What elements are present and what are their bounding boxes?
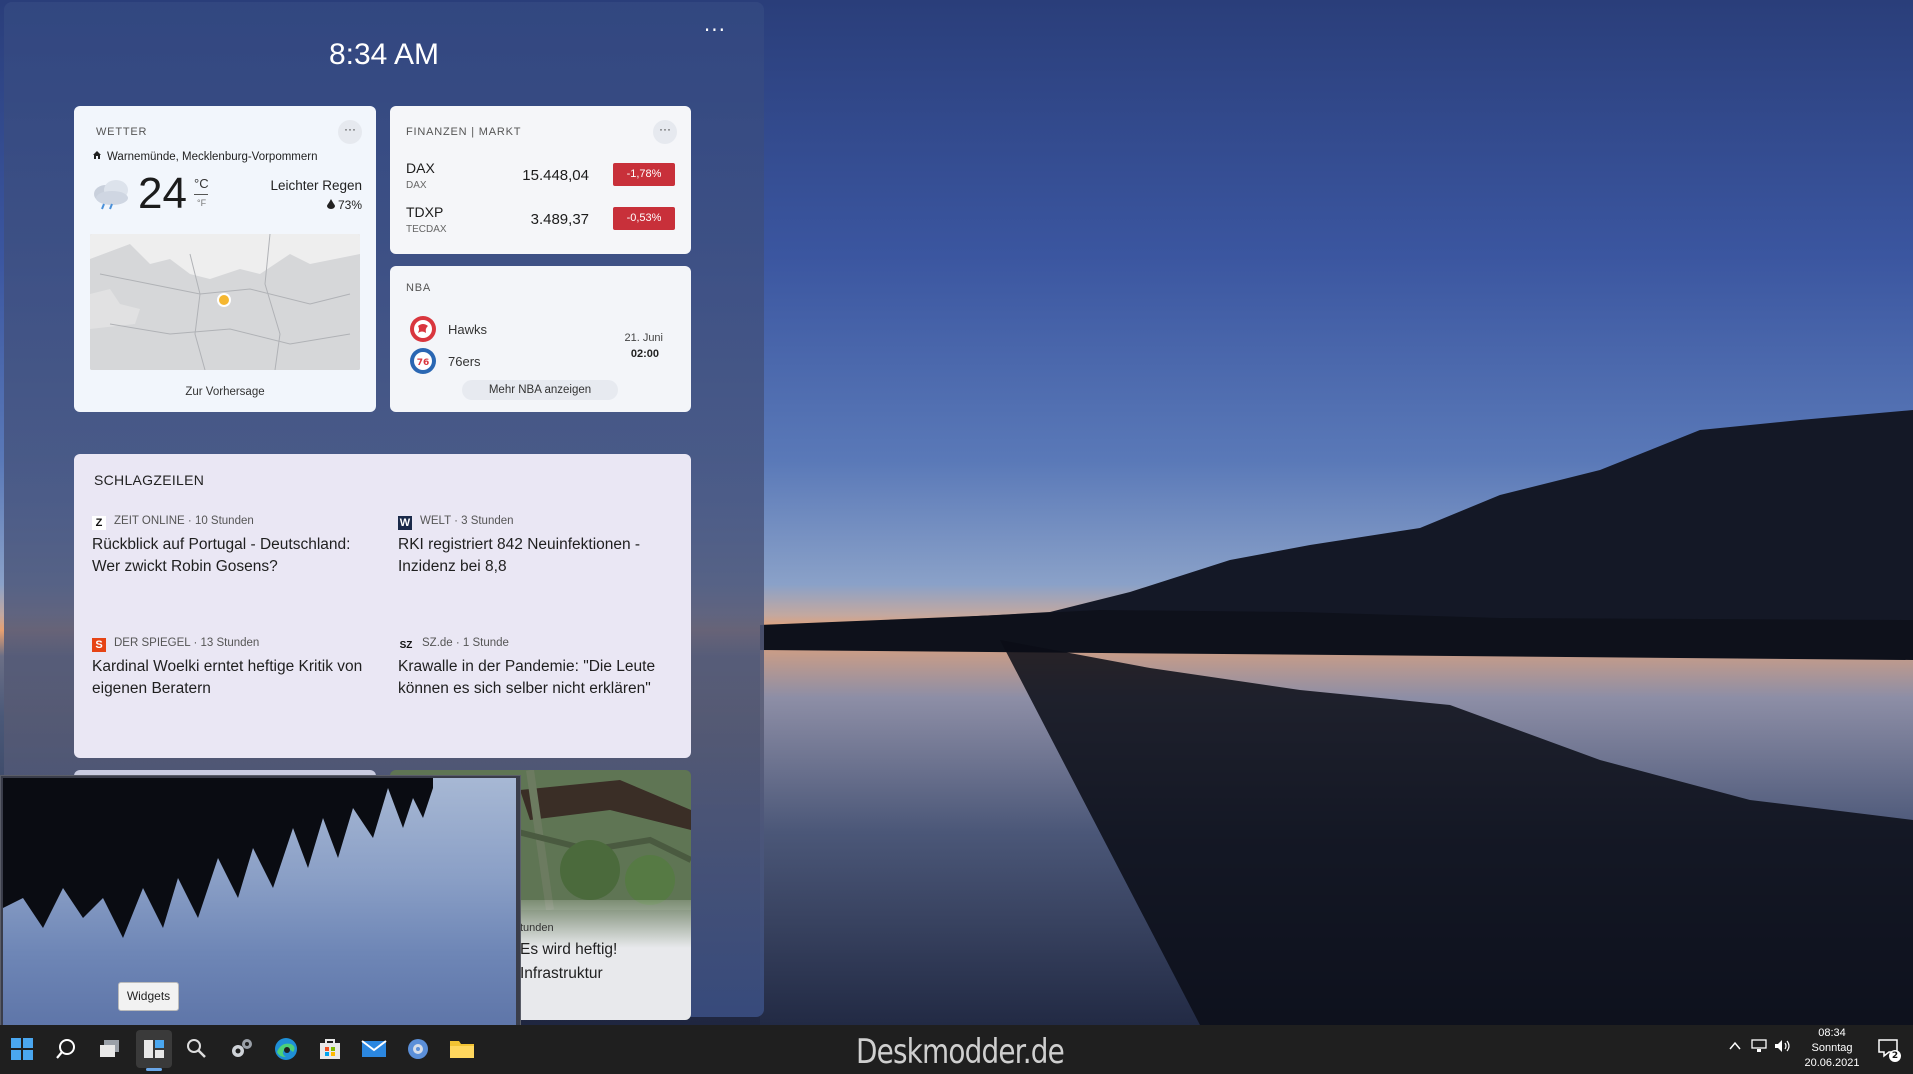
widgets-icon[interactable] bbox=[136, 1030, 172, 1068]
edge-browser-icon[interactable] bbox=[272, 1035, 300, 1063]
settings-gears-icon[interactable] bbox=[228, 1035, 256, 1063]
game-date: 21. Juni bbox=[624, 332, 663, 344]
raindrop-icon bbox=[326, 198, 338, 212]
news-source-text: WELT · 3 Stunden bbox=[420, 515, 514, 527]
forecast-link[interactable]: Zur Vorhersage bbox=[74, 386, 376, 398]
sz-logo-icon: SZ bbox=[399, 640, 413, 651]
news-source: SZ SZ.de · 1 Stunde bbox=[398, 634, 683, 652]
stock-symbol: TDXP bbox=[406, 204, 444, 220]
clock-day: Sonntag bbox=[1811, 1042, 1853, 1054]
weather-card[interactable]: WETTER ··· Warnemünde, Mecklenburg-Vorpo… bbox=[74, 106, 376, 412]
weather-map[interactable] bbox=[90, 234, 360, 370]
unit-celsius[interactable]: °C bbox=[194, 176, 209, 191]
stock-subtitle: TECDAX bbox=[406, 224, 447, 235]
control-panel-icon[interactable] bbox=[404, 1035, 432, 1063]
weather-more-button[interactable]: ··· bbox=[338, 120, 362, 144]
news-source-text: ZEIT ONLINE · 10 Stunden bbox=[114, 515, 254, 527]
clock-date: 20.06.2021 bbox=[1804, 1057, 1860, 1069]
active-indicator bbox=[146, 1068, 162, 1071]
search-icon[interactable] bbox=[52, 1035, 80, 1063]
game-time: 02:00 bbox=[630, 348, 659, 360]
notification-count-badge: 2 bbox=[1889, 1050, 1901, 1062]
weather-location: Warnemünde, Mecklenburg-Vorpommern bbox=[92, 150, 318, 163]
news-item[interactable]: Z ZEIT ONLINE · 10 Stunden Rückblick auf … bbox=[92, 512, 377, 578]
thumbnail-image bbox=[3, 778, 516, 1028]
weather-humidity: 73% bbox=[326, 198, 362, 212]
panel-time: 8:34 AM bbox=[328, 38, 440, 71]
team-name: 76ers bbox=[448, 354, 481, 369]
news-item[interactable]: W WELT · 3 Stunden RKI registriert 842 Ne… bbox=[398, 512, 683, 578]
system-clock[interactable]: 08:34 Sonntag 20.06.2021 bbox=[1790, 1025, 1874, 1071]
stock-value: 3.489,37 bbox=[530, 211, 589, 228]
chevron-up-icon[interactable] bbox=[1729, 1039, 1741, 1055]
stock-change-badge: -0,53% bbox=[613, 207, 675, 230]
humidity-value: 73% bbox=[337, 198, 362, 212]
finance-card[interactable]: FINANZEN | MARKT ··· DAX DAX 15.448,04 -… bbox=[390, 106, 691, 254]
rain-cloud-icon bbox=[90, 176, 134, 212]
file-explorer-icon[interactable] bbox=[448, 1035, 476, 1063]
finance-more-button[interactable]: ··· bbox=[653, 120, 677, 144]
nba-card[interactable]: NBA Hawks 76 76ers 21. Juni 02:00 Mehr N… bbox=[390, 266, 691, 412]
network-icon[interactable] bbox=[1750, 1039, 1768, 1057]
news-headline: RKI registriert 842 Neuinfektionen - Inz… bbox=[398, 536, 641, 575]
news-source: Z ZEIT ONLINE · 10 Stunden bbox=[92, 512, 377, 530]
svg-text:76: 76 bbox=[417, 358, 430, 368]
news-headline: Es wird heftig! Infrastruktur bbox=[520, 941, 618, 982]
team-name: Hawks bbox=[448, 322, 488, 337]
headlines-title: SCHLAGZEILEN bbox=[94, 472, 205, 488]
clock-time: 08:34 bbox=[1818, 1027, 1846, 1039]
unit-divider bbox=[194, 194, 208, 195]
news-source-text: tunden bbox=[520, 922, 554, 934]
temperature-value: 24 bbox=[138, 169, 187, 218]
spiegel-logo-icon: S bbox=[92, 638, 106, 652]
widgets-tooltip: Widgets bbox=[118, 982, 179, 1011]
stock-subtitle: DAX bbox=[406, 180, 427, 191]
headlines-card: SCHLAGZEILEN Z ZEIT ONLINE · 10 Stunden R… bbox=[74, 454, 691, 758]
news-headline: Krawalle in der Pandemie: "Die Leute kön… bbox=[398, 658, 656, 697]
weather-location-text: Warnemünde, Mecklenburg-Vorpommern bbox=[107, 151, 318, 163]
more-nba-button[interactable]: Mehr NBA anzeigen bbox=[462, 380, 618, 400]
stock-row-tdxp[interactable]: TDXP TECDAX 3.489,37 -0,53% bbox=[406, 204, 675, 246]
task-view-icon[interactable] bbox=[96, 1035, 124, 1063]
news-item[interactable]: S DER SPIEGEL · 13 Stunden Kardinal Woelk… bbox=[92, 634, 377, 700]
76ers-logo-icon: 76 bbox=[410, 348, 436, 374]
stock-row-dax[interactable]: DAX DAX 15.448,04 -1,78% bbox=[406, 160, 675, 202]
deskmodder-watermark: Deskmodder.de bbox=[856, 1032, 1065, 1072]
finance-title: FINANZEN | MARKT bbox=[406, 126, 522, 138]
hawks-logo-icon bbox=[410, 316, 436, 342]
home-icon bbox=[92, 150, 102, 163]
mail-icon[interactable] bbox=[360, 1035, 388, 1063]
news-source-text: SZ.de · 1 Stunde bbox=[422, 637, 509, 649]
weather-condition: Leichter Regen bbox=[270, 178, 362, 193]
news-source: W WELT · 3 Stunden bbox=[398, 512, 683, 530]
weather-title: WETTER bbox=[96, 126, 148, 138]
news-source: S DER SPIEGEL · 13 Stunden bbox=[92, 634, 377, 652]
zeit-logo-icon: Z bbox=[92, 516, 106, 530]
news-item[interactable]: SZ SZ.de · 1 Stunde Krawalle in der Pande… bbox=[398, 634, 683, 700]
store-icon[interactable] bbox=[316, 1035, 344, 1063]
news-headline: Rückblick auf Portugal - Deutschland: We… bbox=[92, 536, 351, 575]
nba-title: NBA bbox=[406, 282, 432, 294]
news-source-text: DER SPIEGEL · 13 Stunden bbox=[114, 637, 260, 649]
welt-logo-icon: W bbox=[398, 516, 412, 530]
unit-fahrenheit[interactable]: °F bbox=[197, 198, 206, 208]
panel-more-button[interactable]: ··· bbox=[704, 18, 726, 42]
magnifier-icon[interactable] bbox=[182, 1035, 210, 1063]
stock-value: 15.448,04 bbox=[522, 167, 589, 184]
news-headline: Kardinal Woelki erntet heftige Kritik vo… bbox=[92, 658, 363, 697]
stock-change-badge: -1,78% bbox=[613, 163, 675, 186]
stock-symbol: DAX bbox=[406, 160, 435, 176]
start-icon[interactable] bbox=[8, 1035, 36, 1063]
